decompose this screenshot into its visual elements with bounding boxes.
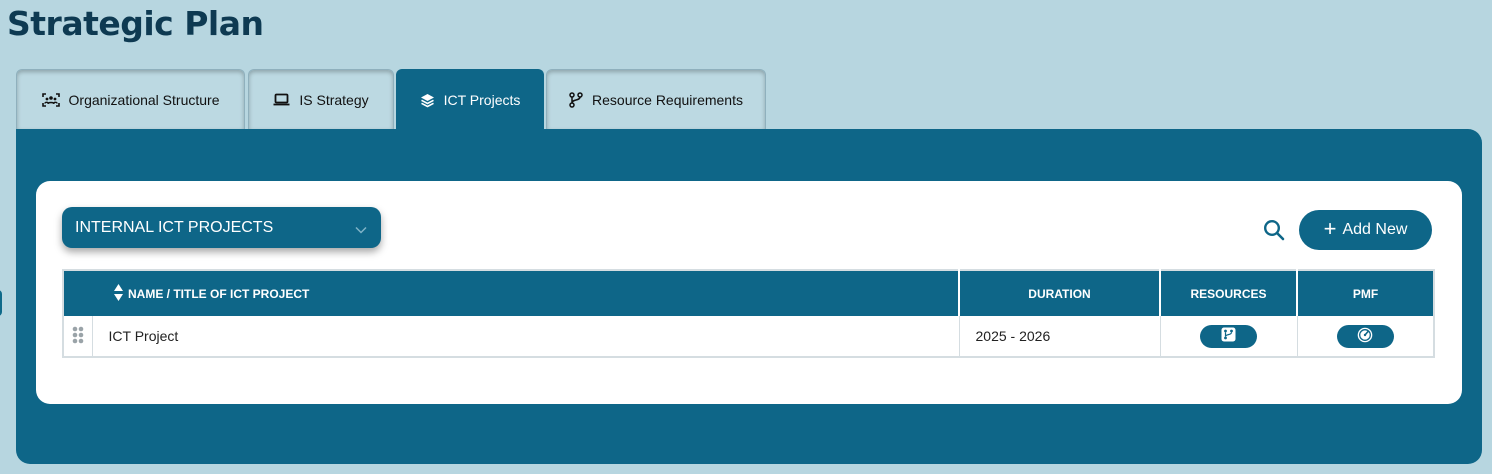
drag-column-header	[63, 270, 92, 316]
add-new-label: Add New	[1342, 221, 1408, 238]
column-header-resources: RESOURCES	[1160, 270, 1298, 316]
layers-icon	[420, 93, 435, 108]
column-header-name[interactable]: NAME / TITLE OF ICT PROJECT	[92, 270, 960, 316]
duration-cell: 2025 - 2026	[959, 316, 1161, 357]
resources-button[interactable]	[1200, 324, 1257, 348]
tab-ict-projects[interactable]: ICT Projects	[396, 69, 544, 130]
tab-label: Resource Requirements	[592, 91, 743, 108]
pmf-button[interactable]	[1336, 324, 1394, 348]
plus-icon: +	[1323, 216, 1337, 241]
projects-card: INTERNAL ICT PROJECTS + Add New NAME / T…	[36, 181, 1462, 404]
project-name-cell: ICT Project	[92, 316, 960, 357]
column-header-pmf: PMF	[1297, 270, 1434, 316]
resources-cell	[1160, 316, 1298, 357]
sort-icon[interactable]	[114, 283, 123, 304]
laptop-icon	[273, 93, 290, 106]
pmf-cell	[1297, 316, 1434, 357]
resources-branch-icon	[1221, 327, 1236, 345]
tab-resource-requirements[interactable]: Resource Requirements	[546, 69, 766, 129]
gauge-icon	[1357, 327, 1373, 346]
column-header-duration: DURATION	[959, 270, 1161, 316]
table-row: ICT Project 2025 - 2026	[63, 316, 1434, 357]
dropdown-value: INTERNAL ICT PROJECTS	[75, 218, 274, 236]
column-header-label: NAME / TITLE OF ICT PROJECT	[128, 286, 310, 301]
project-type-dropdown[interactable]: INTERNAL ICT PROJECTS	[62, 207, 381, 248]
drag-handle-icon[interactable]	[63, 316, 93, 357]
tab-organizational-structure[interactable]: Organizational Structure	[16, 69, 245, 129]
add-new-button[interactable]: + Add New	[1299, 210, 1432, 250]
page-title: Strategic Plan	[7, 4, 264, 43]
chevron-down-icon	[355, 221, 367, 239]
search-icon[interactable]	[1263, 219, 1285, 246]
tab-label: ICT Projects	[443, 92, 521, 108]
table-header-row: NAME / TITLE OF ICT PROJECT DURATION RES…	[63, 270, 1434, 316]
side-handle[interactable]	[0, 290, 2, 316]
projects-table: NAME / TITLE OF ICT PROJECT DURATION RES…	[62, 269, 1435, 358]
branch-icon	[569, 91, 583, 108]
tab-is-strategy[interactable]: IS Strategy	[248, 69, 394, 129]
tab-label: IS Strategy	[299, 91, 369, 108]
tab-label: Organizational Structure	[68, 91, 220, 108]
org-structure-icon	[41, 92, 60, 107]
